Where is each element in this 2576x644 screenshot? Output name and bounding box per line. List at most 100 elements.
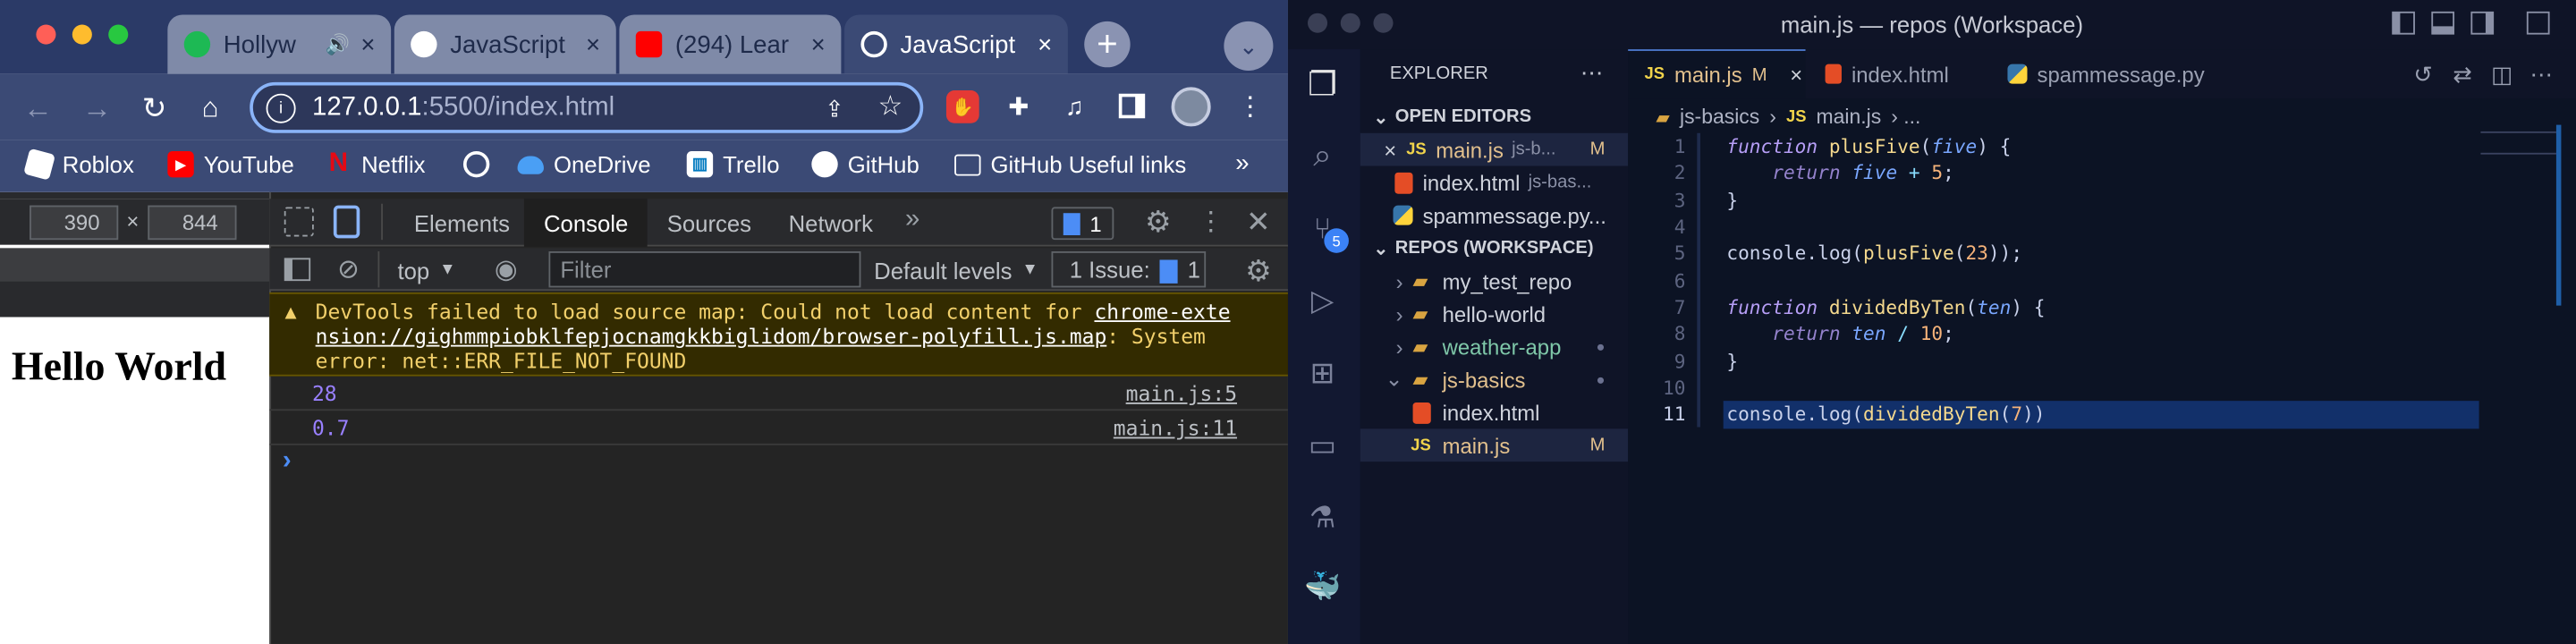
close-icon[interactable]: ×	[805, 30, 831, 58]
scrollbar[interactable]	[2555, 124, 2562, 306]
open-editors-section[interactable]: ⌄ OPEN EDITORS	[1373, 100, 1531, 133]
tab-console[interactable]: Console	[523, 199, 648, 247]
code-line[interactable]: 10	[1628, 375, 2576, 402]
code-line[interactable]: 9}	[1628, 348, 2576, 375]
viewport-width-input[interactable]: 390	[30, 205, 119, 241]
avatar[interactable]	[1171, 87, 1211, 127]
extensions-icon[interactable]: ✚	[1002, 90, 1035, 123]
info-icon[interactable]: i	[266, 93, 296, 123]
code-line[interactable]: 4	[1628, 214, 2576, 241]
remote-explorer-icon[interactable]: ▭	[1301, 424, 1344, 467]
tab-javascript-active[interactable]: JavaScript ×	[844, 14, 1068, 74]
close-window-button[interactable]	[1308, 13, 1328, 33]
minimap[interactable]	[2480, 131, 2556, 155]
tree-item-hello-world[interactable]: › ▰ hello-world	[1360, 297, 1628, 330]
tab-network[interactable]: Network	[769, 199, 893, 246]
share-icon[interactable]: ⇪	[818, 92, 852, 125]
close-icon[interactable]: ×	[1031, 30, 1057, 58]
viewport-height-input[interactable]: 844	[148, 205, 237, 241]
bookmark-netflix[interactable]: N Netflix	[326, 148, 426, 181]
tab-elements[interactable]: Elements	[394, 199, 530, 246]
code-line-current[interactable]: 11 console.log(dividedByTen(7))	[1628, 401, 2576, 428]
tree-item-main-js[interactable]: JS main.js M	[1360, 428, 1629, 462]
close-window-button[interactable]	[36, 24, 56, 45]
clear-console-icon[interactable]: ⊘	[334, 255, 363, 284]
log-levels-select[interactable]: Default levels ▼	[874, 258, 1038, 284]
minimize-window-button[interactable]	[72, 24, 92, 45]
close-icon[interactable]: ×	[1790, 63, 1802, 88]
tab-sources[interactable]: Sources	[648, 199, 771, 246]
new-tab-button[interactable]: +	[1084, 21, 1131, 68]
bookmark-globe[interactable]	[462, 148, 490, 181]
code-line[interactable]: 5 console.log(plusFive(23));	[1628, 240, 2576, 267]
issues-button[interactable]: 1 Issue: ▇ 1	[1051, 251, 1207, 288]
code-line[interactable]: 1 function plusFive(five) {	[1628, 133, 2576, 160]
live-expression-eye-icon[interactable]: ◉	[487, 255, 523, 284]
back-button[interactable]: ←	[20, 90, 55, 126]
customize-layout-icon[interactable]	[2526, 11, 2550, 35]
tree-item-weather-app[interactable]: › ▰ weather-app ●	[1360, 330, 1628, 363]
code-line[interactable]: 8 return ten / 10;	[1628, 320, 2576, 347]
open-editor-index-html[interactable]: index.html js-bas...	[1360, 166, 1628, 199]
run-debug-icon[interactable]: ▷	[1301, 279, 1344, 322]
device-toggle-icon[interactable]	[333, 205, 360, 239]
editor-tab-spammessage-py[interactable]: spammessage.py	[1991, 49, 2238, 98]
settings-gear-icon[interactable]: ⚙	[1142, 205, 1175, 239]
editor-tab-index-html[interactable]: index.html	[1809, 49, 1989, 98]
tab-hollywood[interactable]: Hollyw 🔊 ×	[167, 14, 392, 74]
forward-button[interactable]: →	[79, 90, 114, 126]
maximize-window-button[interactable]	[1373, 13, 1394, 33]
bookmark-github-useful-links[interactable]: GitHub Useful links	[954, 148, 1186, 181]
bookmark-trello[interactable]: ▥ Trello	[686, 148, 780, 181]
home-button[interactable]: ⌂	[192, 90, 228, 126]
search-icon[interactable]: ⌕	[1301, 135, 1344, 178]
explorer-files-icon[interactable]: ❐	[1301, 63, 1344, 106]
tree-item-index-html[interactable]: index.html	[1360, 396, 1628, 429]
code-line[interactable]: 6	[1628, 267, 2576, 294]
open-editor-main-js[interactable]: × JS main.js js-b... M	[1360, 132, 1629, 166]
toggle-panel-icon[interactable]	[2431, 11, 2455, 35]
messages-badge[interactable]: ▇ 1	[1051, 207, 1114, 241]
code-line[interactable]: 7 function dividedByTen(ten) {	[1628, 294, 2576, 321]
extensions-icon[interactable]: ⊞	[1301, 352, 1344, 394]
breadcrumb-symbol[interactable]: › ...	[1891, 106, 1920, 129]
inspect-element-icon[interactable]	[284, 207, 314, 237]
close-icon[interactable]: ×	[355, 30, 381, 58]
code-line[interactable]: 2 return five + 5;	[1628, 159, 2576, 186]
more-actions-icon[interactable]: ⋯	[1580, 59, 1604, 87]
bookmark-roblox[interactable]: Roblox	[23, 148, 134, 181]
more-actions-icon[interactable]: ⋯	[2527, 59, 2556, 89]
bookmark-youtube[interactable]: ▶ YouTube	[167, 148, 294, 181]
log-source-link[interactable]: main.js:5	[1126, 381, 1288, 406]
console-prompt[interactable]: ›	[283, 447, 292, 477]
context-selector[interactable]: top ▼	[397, 258, 455, 284]
console-filter-input[interactable]: Filter	[548, 251, 861, 288]
editor-tab-main-js[interactable]: JS main.js M ×	[1628, 49, 1806, 99]
tab-javascript-github[interactable]: JavaScript ×	[394, 14, 616, 74]
tab-search-button[interactable]: ⌄	[1224, 21, 1274, 71]
toggle-secondary-sidebar-icon[interactable]	[2470, 11, 2495, 35]
tree-item-my-test-repo[interactable]: › ▰ my_test_repo	[1360, 265, 1628, 298]
ublock-icon[interactable]: ✋	[945, 90, 979, 123]
split-editor-icon[interactable]: ◫	[2487, 59, 2517, 89]
docker-icon[interactable]: 🐳	[1301, 565, 1344, 608]
bookmark-star-icon[interactable]: ☆	[874, 90, 907, 123]
toggle-primary-sidebar-icon[interactable]	[2392, 11, 2415, 35]
devtools-menu-icon[interactable]: ⋮	[1194, 206, 1227, 239]
bookmark-github[interactable]: GitHub	[811, 148, 919, 181]
close-icon[interactable]: ×	[1360, 137, 1396, 162]
tree-item-js-basics[interactable]: ⌄ ▰ js-basics ●	[1360, 363, 1628, 396]
bookmark-onedrive[interactable]: OneDrive	[517, 148, 651, 181]
chrome-menu-icon[interactable]: ⋮	[1233, 90, 1267, 123]
minimize-window-button[interactable]	[1340, 13, 1360, 33]
breadcrumb-folder[interactable]: js-basics	[1680, 106, 1759, 129]
maximize-window-button[interactable]	[108, 24, 129, 45]
side-panel-icon[interactable]	[1118, 93, 1146, 119]
sidebar-toggle-icon[interactable]	[284, 258, 311, 282]
code-line[interactable]: 3}	[1628, 187, 2576, 214]
close-devtools-icon[interactable]: ✕	[1242, 205, 1275, 239]
console-settings-gear-icon[interactable]: ⚙	[1242, 254, 1275, 288]
workspace-section[interactable]: ⌄ REPOS (WORKSPACE)	[1373, 232, 1593, 265]
tab-youtube[interactable]: (294) Lear ×	[619, 14, 842, 74]
reload-button[interactable]: ↻	[136, 90, 172, 126]
